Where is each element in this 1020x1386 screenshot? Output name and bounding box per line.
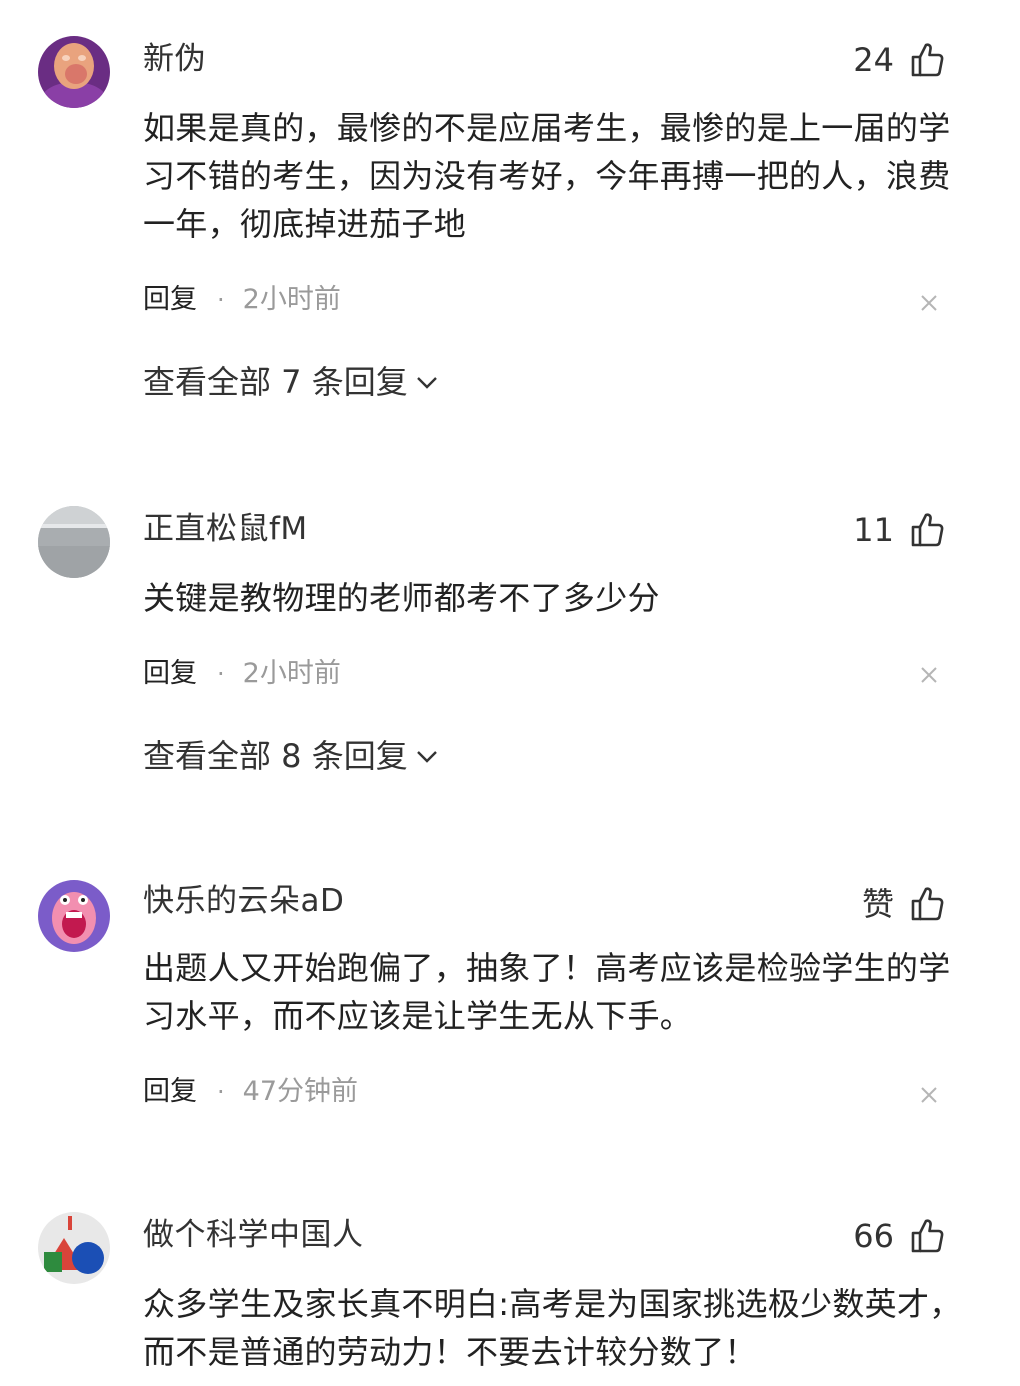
- avatar[interactable]: [38, 36, 110, 108]
- reply-button[interactable]: 回复: [143, 660, 197, 687]
- comment-item: 正直松鼠fM 11 关键是教物理的老师都考不了多少分 回复 · 2小时前 查看全…: [0, 440, 1020, 840]
- like-button[interactable]: 24: [853, 40, 944, 80]
- like-button[interactable]: 赞: [862, 884, 944, 924]
- like-button[interactable]: 66: [853, 1216, 944, 1256]
- avatar[interactable]: [38, 1212, 110, 1284]
- separator-dot: ·: [217, 285, 225, 314]
- comment-text: 众多学生及家长真不明白:高考是为国家挑选极少数英才，而不是普通的劳动力！不要去计…: [143, 1285, 962, 1371]
- username[interactable]: 快乐的云朵aD: [143, 886, 344, 917]
- reply-button[interactable]: 回复: [143, 286, 197, 313]
- comment-item: 新伪 24 如果是真的，最惨的不是应届考生，最惨的是上一届的学习不错的考生，因为…: [0, 0, 1020, 440]
- username[interactable]: 正直松鼠fM: [143, 514, 308, 545]
- separator-dot: ·: [217, 1077, 225, 1106]
- like-button[interactable]: 11: [853, 510, 944, 550]
- like-count: 24: [853, 41, 894, 79]
- chevron-down-icon: [416, 377, 437, 389]
- username[interactable]: 新伪: [143, 44, 206, 75]
- username[interactable]: 做个科学中国人: [143, 1220, 364, 1251]
- avatar[interactable]: [38, 880, 110, 952]
- view-all-replies-button[interactable]: 查看全部 7 条回复: [143, 366, 438, 398]
- view-all-replies-button[interactable]: 查看全部 8 条回复: [143, 740, 438, 772]
- thumbs-up-icon: [911, 513, 944, 547]
- chevron-down-icon: [416, 751, 437, 763]
- avatar[interactable]: [38, 506, 110, 578]
- like-count: 赞: [861, 885, 894, 923]
- close-icon[interactable]: [920, 1086, 938, 1104]
- comment-meta: 回复 · 2小时前: [143, 660, 341, 687]
- thumbs-up-icon: [911, 887, 944, 921]
- comment-item: 做个科学中国人 66 众多学生及家长真不明白:高考是为国家挑选极少数英才，而不是…: [0, 1200, 1020, 1386]
- like-count: 66: [853, 1217, 894, 1255]
- reply-button[interactable]: 回复: [143, 1078, 197, 1105]
- timestamp: 47分钟前: [242, 1076, 358, 1107]
- thumbs-up-icon: [911, 1219, 944, 1253]
- view-all-replies-label: 查看全部 8 条回复: [143, 737, 408, 775]
- thumbs-up-icon: [911, 43, 944, 77]
- view-all-replies-label: 查看全部 7 条回复: [143, 363, 408, 401]
- separator-dot: ·: [217, 659, 225, 688]
- like-count: 11: [853, 511, 894, 549]
- comment-text: 如果是真的，最惨的不是应届考生，最惨的是上一届的学习不错的考生，因为没有考好，今…: [143, 109, 951, 243]
- timestamp: 2小时前: [242, 658, 341, 689]
- comment-item: 快乐的云朵aD 赞 出题人又开始跑偏了，抽象了！高考应该是检验学生的学习水平，而…: [0, 840, 1020, 1200]
- comment-meta: 回复 · 47分钟前: [143, 1078, 358, 1105]
- comment-text: 关键是教物理的老师都考不了多少分: [143, 579, 660, 617]
- close-icon[interactable]: [920, 666, 938, 684]
- timestamp: 2小时前: [242, 284, 341, 315]
- close-icon[interactable]: [920, 294, 938, 312]
- comment-text: 出题人又开始跑偏了，抽象了！高考应该是检验学生的学习水平，而不应该是让学生无从下…: [143, 949, 951, 1035]
- comment-meta: 回复 · 2小时前: [143, 286, 341, 313]
